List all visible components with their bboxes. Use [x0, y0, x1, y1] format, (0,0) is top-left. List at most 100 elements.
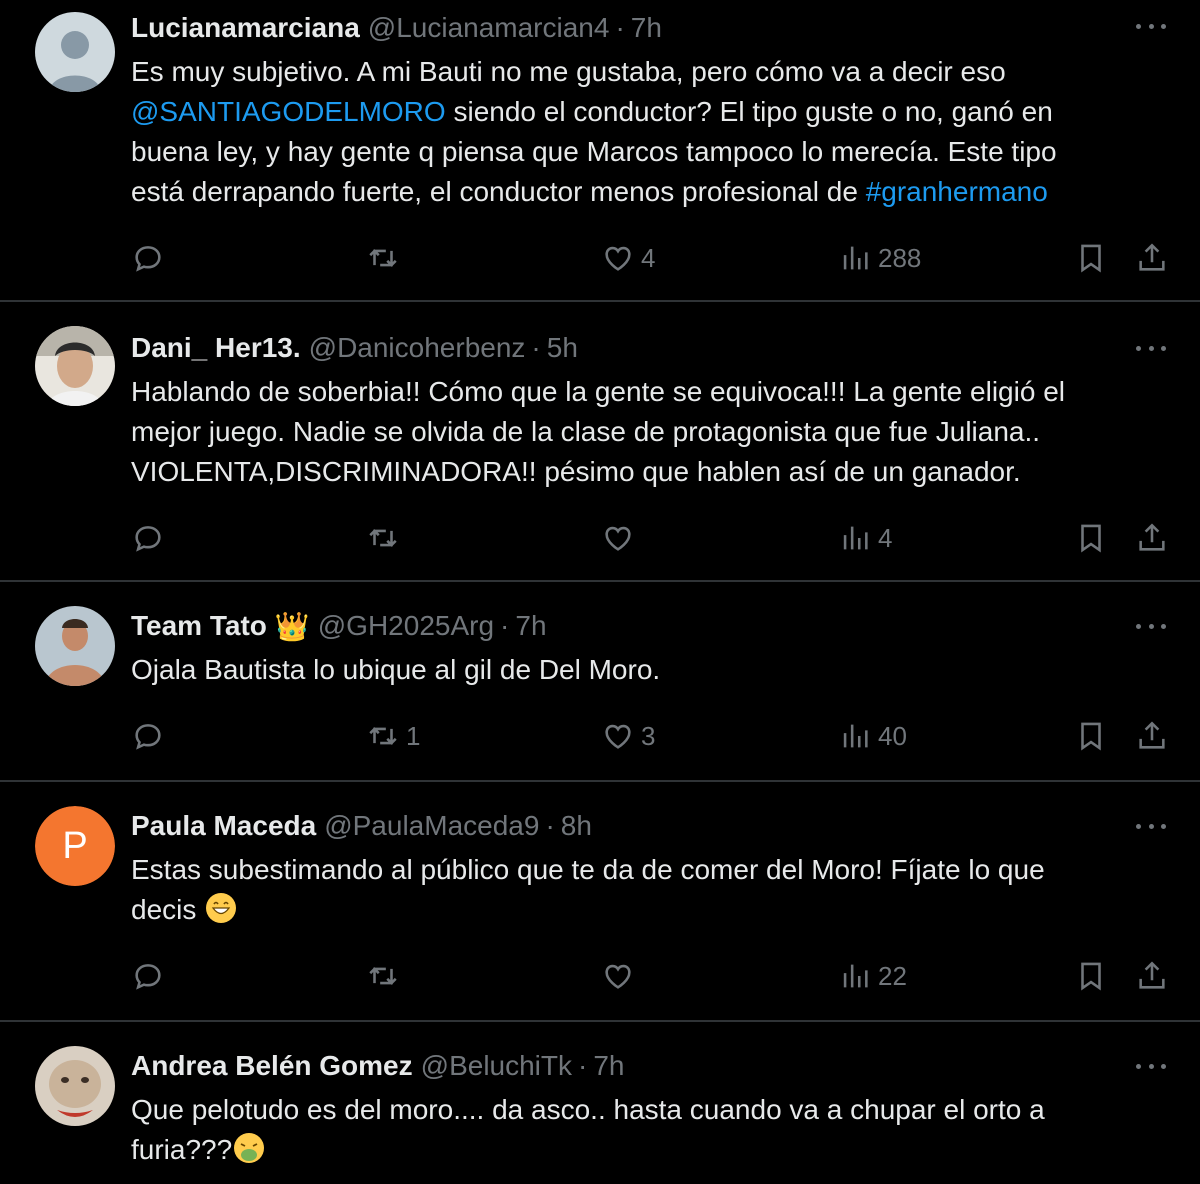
tweet-text-line: Hablando de soberbia!! Cómo que la gente… — [131, 376, 1065, 407]
share-button[interactable] — [1135, 518, 1169, 558]
author-handle[interactable]: @Danicoherbenz — [309, 332, 526, 364]
tweet-header: Dani_ Her13. @Danicoherbenz · 5h — [131, 328, 1140, 368]
retweet-button[interactable] — [366, 518, 400, 558]
reply-button[interactable] — [131, 238, 165, 278]
hashtag-link[interactable]: #granhermano — [866, 176, 1048, 207]
avatar[interactable] — [35, 1046, 115, 1126]
views-button[interactable]: 22 — [838, 956, 907, 996]
tweet-text: Es muy subjetivo. A mi Bauti no me gusta… — [131, 52, 1171, 212]
tweet-header: Lucianamarciana @Lucianamarcian4 · 7h — [131, 8, 1140, 48]
timestamp[interactable]: 5h — [547, 332, 578, 364]
tweet[interactable]: Team Tato 👑 @GH2025Arg · 7h Ojala Bautis… — [0, 582, 1200, 782]
like-button[interactable]: 4 — [601, 238, 655, 278]
bookmark-button[interactable] — [1074, 956, 1108, 996]
tweet-header: Paula Maceda @PaulaMaceda9 · 8h — [131, 806, 1140, 846]
share-button[interactable] — [1135, 956, 1169, 996]
tweet-text-line: Que pelotudo es del moro.... da asco.. h… — [131, 1094, 1045, 1125]
views-count: 40 — [878, 720, 907, 751]
retweet-icon — [369, 967, 397, 985]
grinning-emoji-icon — [206, 893, 237, 923]
tweet-text-line: decis — [131, 890, 1171, 930]
tweet-text-segment: furia??? — [131, 1134, 233, 1165]
author-name[interactable]: Dani_ Her13. — [131, 332, 301, 364]
views-button[interactable]: 288 — [838, 238, 921, 278]
bookmark-button[interactable] — [1074, 238, 1108, 278]
views-button[interactable]: 40 — [838, 716, 907, 756]
retweet-button[interactable] — [366, 238, 400, 278]
like-count: 4 — [641, 242, 656, 273]
bookmark-icon — [1081, 962, 1101, 991]
reply-icon — [135, 526, 161, 552]
views-count: 4 — [878, 522, 893, 553]
views-icon — [843, 724, 868, 748]
reply-button[interactable] — [131, 956, 165, 996]
action-bar: 4 — [0, 518, 1200, 558]
share-icon — [1139, 961, 1165, 989]
more-icon[interactable] — [1136, 338, 1166, 358]
avatar[interactable]: P — [35, 806, 115, 886]
views-count: 22 — [878, 960, 907, 991]
author-name[interactable]: Team Tato — [131, 610, 267, 642]
retweet-button[interactable]: 1 — [366, 716, 420, 756]
like-button[interactable] — [601, 518, 635, 558]
timestamp[interactable]: 7h — [631, 12, 662, 44]
bookmark-button[interactable] — [1074, 716, 1108, 756]
more-icon[interactable] — [1136, 816, 1166, 836]
mention-link[interactable]: @SANTIAGODELMORO — [131, 96, 446, 127]
tweet[interactable]: Andrea Belén Gomez @BeluchiTk · 7h Que p… — [0, 1022, 1200, 1184]
author-handle[interactable]: @BeluchiTk — [421, 1050, 572, 1082]
nauseated-face-icon — [234, 1133, 265, 1163]
like-icon — [605, 964, 631, 989]
avatar[interactable] — [35, 12, 115, 92]
author-handle[interactable]: @Lucianamarcian4 — [368, 12, 610, 44]
action-bar: 22 — [0, 956, 1200, 996]
views-icon — [843, 964, 868, 988]
tweet-text-line: Estas subestimando al público que te da … — [131, 854, 1045, 885]
share-icon — [1139, 721, 1165, 749]
tweet-text-line: VIOLENTA,DISCRIMINADORA!! pésimo que hab… — [131, 456, 1021, 487]
like-icon — [605, 526, 631, 551]
more-icon[interactable] — [1136, 616, 1166, 636]
avatar[interactable] — [35, 326, 115, 406]
reply-button[interactable] — [131, 716, 165, 756]
reply-button[interactable] — [131, 518, 165, 558]
timestamp[interactable]: 7h — [593, 1050, 624, 1082]
action-bar: 4 288 — [0, 238, 1200, 278]
author-name[interactable]: Lucianamarciana — [131, 12, 360, 44]
retweet-button[interactable] — [366, 956, 400, 996]
tweet[interactable]: Lucianamarciana @Lucianamarcian4 · 7h Es… — [0, 0, 1200, 302]
tweet-text-line: @SANTIAGODELMORO siendo el conductor? El… — [131, 92, 1171, 132]
author-name[interactable]: Paula Maceda — [131, 810, 316, 842]
tweet-text-segment: está derrapando fuerte, el conductor men… — [131, 176, 858, 207]
tweet[interactable]: Dani_ Her13. @Danicoherbenz · 5h Habland… — [0, 302, 1200, 582]
timestamp[interactable]: 7h — [515, 610, 546, 642]
author-handle[interactable]: @PaulaMaceda9 — [324, 810, 539, 842]
tweet-feed: Lucianamarciana @Lucianamarcian4 · 7h Es… — [0, 0, 1200, 1184]
author-handle[interactable]: @GH2025Arg — [318, 610, 494, 642]
views-icon — [843, 526, 868, 550]
share-button[interactable] — [1135, 716, 1169, 756]
bookmark-icon — [1081, 524, 1101, 553]
more-icon[interactable] — [1136, 1056, 1166, 1076]
share-icon — [1139, 243, 1165, 271]
tweet-header: Andrea Belén Gomez @BeluchiTk · 7h — [131, 1046, 1140, 1086]
like-button[interactable]: 3 — [601, 716, 655, 756]
tweet-header: Team Tato 👑 @GH2025Arg · 7h — [131, 606, 1140, 646]
tweet-text-line: furia??? — [131, 1130, 1171, 1170]
author-name[interactable]: Andrea Belén Gomez — [131, 1050, 413, 1082]
tweet-text-segment: siendo el conductor? El tipo guste o no,… — [453, 96, 1053, 127]
like-icon — [605, 724, 631, 749]
views-button[interactable]: 4 — [838, 518, 892, 558]
bookmark-button[interactable] — [1074, 518, 1108, 558]
tweet[interactable]: P Paula Maceda @PaulaMaceda9 · 8h Estas … — [0, 782, 1200, 1022]
tweet-text-line: buena ley, y hay gente q piensa que Marc… — [131, 136, 1057, 167]
more-icon[interactable] — [1136, 16, 1166, 36]
timestamp[interactable]: 8h — [561, 810, 592, 842]
avatar[interactable] — [35, 606, 115, 686]
tweet-text: Hablando de soberbia!! Cómo que la gente… — [131, 372, 1171, 492]
share-button[interactable] — [1135, 238, 1169, 278]
retweet-icon — [369, 727, 397, 745]
like-button[interactable] — [601, 956, 635, 996]
tweet-text-line: Ojala Bautista lo ubique al gil de Del M… — [131, 654, 661, 685]
crown-icon: 👑 — [274, 610, 310, 642]
